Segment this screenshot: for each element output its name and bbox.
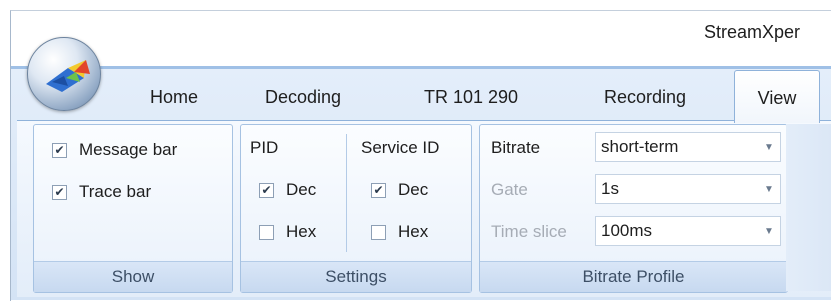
time-slice-dropdown[interactable]: 100ms ▼ xyxy=(595,216,781,246)
check-icon: ✔ xyxy=(371,182,386,198)
bitrate-dropdown[interactable]: short-term ▼ xyxy=(595,132,781,162)
ribbon-top-border xyxy=(11,66,831,69)
tab-decoding[interactable]: Decoding xyxy=(248,84,358,120)
message-bar-label: Message bar xyxy=(79,140,178,159)
chevron-down-icon: ▼ xyxy=(764,141,774,153)
pid-dec-label: Dec xyxy=(286,180,317,199)
group-settings-label: Settings xyxy=(241,261,471,292)
service-id-dec-label: Dec xyxy=(398,180,429,199)
check-icon: ✔ xyxy=(52,142,67,158)
time-slice-label: Time slice xyxy=(491,222,567,241)
unchecked-box-icon xyxy=(371,224,386,240)
gate-dropdown[interactable]: 1s ▼ xyxy=(595,174,781,204)
group-show-label: Show xyxy=(34,261,232,292)
check-icon: ✔ xyxy=(259,182,274,198)
service-id-hex-label: Hex xyxy=(398,222,429,241)
settings-divider xyxy=(346,134,347,252)
bitrate-value: short-term xyxy=(601,137,679,156)
pid-hex-checkbox[interactable]: Hex xyxy=(259,222,316,242)
tab-view[interactable]: View xyxy=(734,70,820,123)
app-menu-button[interactable] xyxy=(27,37,101,111)
trace-bar-checkbox[interactable]: ✔ Trace bar xyxy=(52,182,151,202)
pid-header: PID xyxy=(250,138,279,157)
tab-tr-101-290[interactable]: TR 101 290 xyxy=(406,84,536,120)
tab-home[interactable]: Home xyxy=(130,84,218,120)
unchecked-box-icon xyxy=(259,224,274,240)
service-id-header: Service ID xyxy=(361,138,440,157)
check-icon: ✔ xyxy=(52,184,67,200)
pid-hex-label: Hex xyxy=(286,222,317,241)
app-logo-icon xyxy=(46,60,90,92)
service-id-dec-checkbox[interactable]: ✔ Dec xyxy=(371,180,428,200)
chevron-down-icon: ▼ xyxy=(764,225,774,237)
message-bar-checkbox[interactable]: ✔ Message bar xyxy=(52,140,177,160)
time-slice-value: 100ms xyxy=(601,221,653,240)
trace-bar-label: Trace bar xyxy=(79,182,152,201)
ribbon-empty-area xyxy=(786,124,831,291)
gate-label: Gate xyxy=(491,180,528,199)
group-bitrate-profile-label: Bitrate Profile xyxy=(480,261,787,292)
pid-dec-checkbox[interactable]: ✔ Dec xyxy=(259,180,316,200)
service-id-hex-checkbox[interactable]: Hex xyxy=(371,222,428,242)
tab-recording[interactable]: Recording xyxy=(580,84,710,120)
chevron-down-icon: ▼ xyxy=(764,183,774,195)
bitrate-label: Bitrate xyxy=(491,138,541,157)
gate-value: 1s xyxy=(601,179,619,198)
window-title: StreamXper xyxy=(704,22,801,42)
